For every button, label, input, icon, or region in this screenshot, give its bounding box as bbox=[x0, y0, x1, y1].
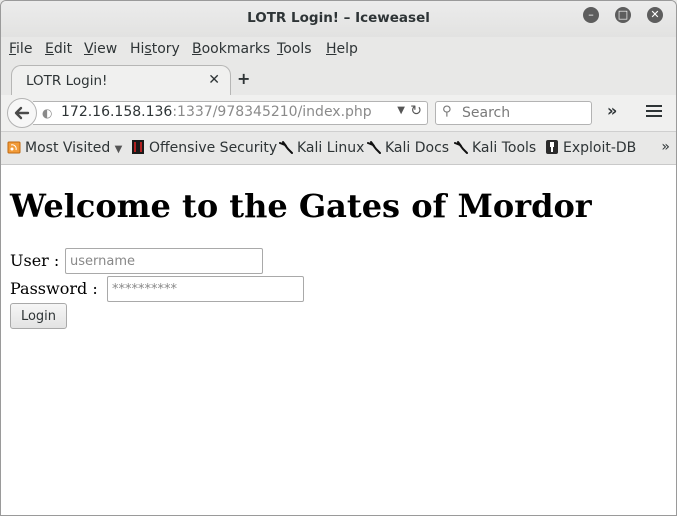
new-tab-button[interactable]: + bbox=[237, 69, 250, 88]
bookmarks-toolbar: Most Visited ▼ Offensive Security Kali L… bbox=[1, 132, 676, 165]
menu-tools[interactable]: Tools bbox=[277, 41, 312, 57]
site-identity-icon[interactable]: ◐ bbox=[42, 106, 52, 120]
password-label: Password : bbox=[10, 279, 98, 298]
navigation-toolbar: ◐ 172.16.158.136:1337/978345210/index.ph… bbox=[1, 95, 676, 132]
reload-icon[interactable]: ↻ bbox=[410, 103, 422, 119]
user-label: User : bbox=[10, 251, 60, 270]
page-content: Welcome to the Gates of Mordor User : Pa… bbox=[1, 165, 676, 515]
exploitdb-icon bbox=[546, 140, 558, 154]
menu-view[interactable]: View bbox=[84, 41, 117, 57]
tab-close-icon[interactable]: ✕ bbox=[208, 72, 220, 88]
back-arrow-icon bbox=[14, 106, 30, 120]
search-icon: ⚲ bbox=[442, 104, 452, 119]
bookmark-kali-tools[interactable]: Kali Tools bbox=[454, 140, 536, 156]
browser-window: LOTR Login! – Iceweasel – □ ✕ File Edit … bbox=[0, 0, 677, 516]
menu-bar: File Edit View History Bookmarks Tools H… bbox=[1, 37, 676, 63]
menu-file[interactable]: File bbox=[9, 41, 32, 57]
tab-lotr-login[interactable]: LOTR Login! ✕ bbox=[11, 65, 231, 96]
url-history-dropdown-icon[interactable]: ▼ bbox=[397, 105, 405, 116]
kali-dragon-icon bbox=[367, 141, 381, 154]
window-title: LOTR Login! – Iceweasel bbox=[247, 10, 430, 26]
toolbar-overflow-button[interactable]: » bbox=[607, 101, 617, 120]
bookmark-most-visited[interactable]: Most Visited ▼ bbox=[7, 140, 122, 156]
password-input[interactable] bbox=[107, 276, 304, 302]
close-window-button[interactable]: ✕ bbox=[647, 7, 663, 23]
login-button[interactable]: Login bbox=[10, 303, 67, 329]
page-heading: Welcome to the Gates of Mordor bbox=[10, 187, 592, 225]
most-visited-icon bbox=[7, 141, 21, 154]
bookmark-kali-docs[interactable]: Kali Docs bbox=[367, 140, 449, 156]
username-input[interactable] bbox=[65, 248, 263, 274]
tab-title: LOTR Login! bbox=[26, 73, 108, 89]
search-box[interactable]: ⚲ bbox=[435, 101, 592, 125]
bookmarks-overflow-button[interactable]: » bbox=[661, 139, 670, 155]
back-button[interactable] bbox=[7, 98, 37, 128]
hamburger-menu-icon[interactable] bbox=[646, 105, 662, 120]
kali-dragon-icon bbox=[279, 141, 293, 154]
menu-edit[interactable]: Edit bbox=[45, 41, 72, 57]
maximize-button[interactable]: □ bbox=[615, 7, 631, 23]
offsec-icon bbox=[132, 140, 144, 154]
menu-bookmarks[interactable]: Bookmarks bbox=[192, 41, 270, 57]
bookmark-exploit-db[interactable]: Exploit-DB bbox=[545, 140, 636, 156]
url-text[interactable]: 172.16.158.136:1337/978345210/index.php bbox=[61, 104, 372, 120]
menu-help[interactable]: Help bbox=[326, 41, 358, 57]
menu-history[interactable]: History bbox=[130, 41, 180, 57]
tab-strip: LOTR Login! ✕ + bbox=[1, 63, 676, 96]
search-input[interactable] bbox=[460, 103, 589, 123]
url-bar[interactable]: ◐ 172.16.158.136:1337/978345210/index.ph… bbox=[33, 101, 428, 125]
kali-dragon-icon bbox=[454, 141, 468, 154]
bookmark-kali-linux[interactable]: Kali Linux bbox=[279, 140, 364, 156]
title-bar: LOTR Login! – Iceweasel – □ ✕ bbox=[1, 1, 676, 37]
minimize-button[interactable]: – bbox=[583, 7, 599, 23]
bookmark-offensive-security[interactable]: Offensive Security bbox=[131, 140, 277, 156]
